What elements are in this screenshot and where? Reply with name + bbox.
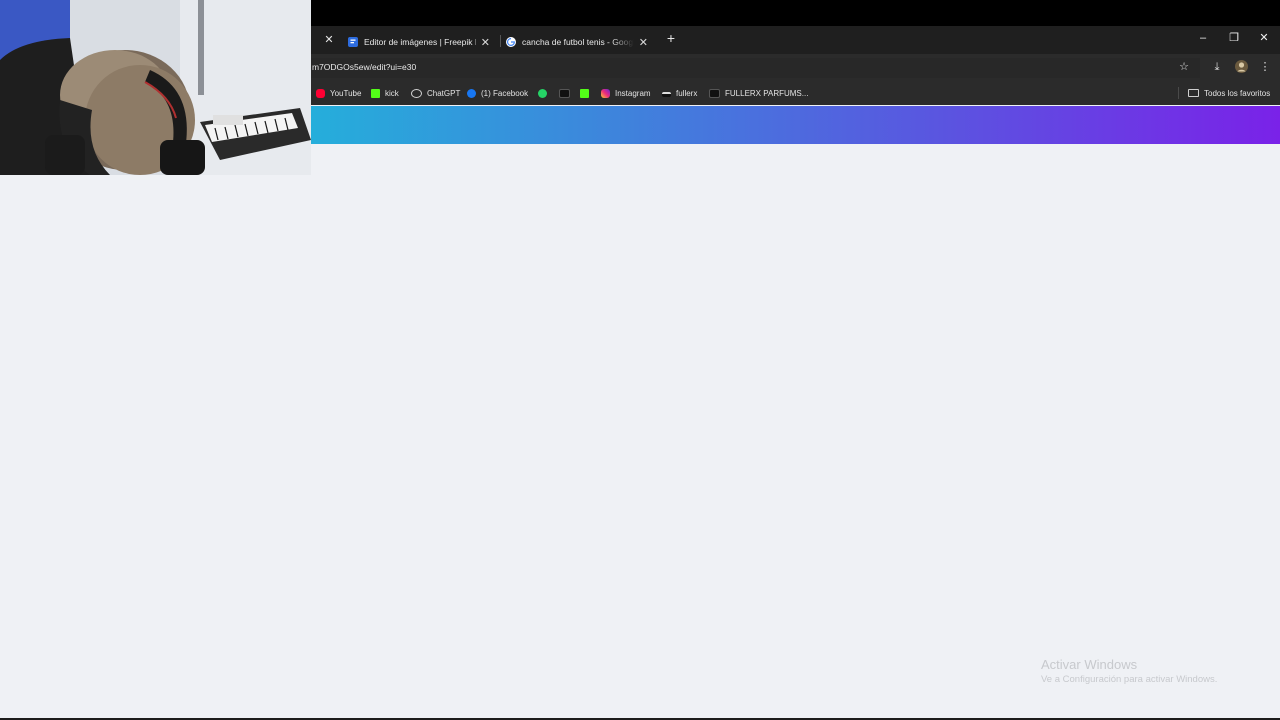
new-tab-button[interactable]: + [664,30,678,46]
bookmark-label: FULLERX PARFUMS... [725,88,809,98]
bookmark-label: ChatGPT [427,88,461,98]
bookmark-kick-2[interactable] [580,87,594,99]
page-header-banner [311,106,1280,144]
folder-icon [1188,89,1199,97]
bookmark-tiktok[interactable] [559,87,575,99]
windows-activation-subtitle: Ve a Configuración para activar Windows. [1041,674,1218,685]
previous-tab-close-icon[interactable]: ✕ [322,33,336,47]
webcam-image [0,0,311,175]
google-icon [506,37,516,47]
bookmark-label: Todos los favoritos [1204,88,1271,98]
address-url[interactable]: m7ODGOs5ew/edit?ui=e30 [312,62,416,72]
bookmark-youtube[interactable]: YouTube [316,87,361,99]
bookmark-label: YouTube [330,88,362,98]
profile-avatar[interactable] [1234,60,1248,74]
bookmark-label: fullerx [676,88,698,98]
windows-activation-title: Activar Windows [1041,657,1138,672]
bookmark-fullerx[interactable]: fullerx [662,87,697,99]
download-icon[interactable]: ⤓ [1210,60,1224,74]
menu-icon[interactable]: ⋮ [1258,60,1272,74]
kick-icon [580,88,589,98]
kick-icon [371,88,380,98]
bookmark-facebook[interactable]: (1) Facebook [467,87,528,99]
tiktok-icon [709,88,720,98]
bookmark-chatgpt[interactable]: ChatGPT [411,87,460,99]
webcam-overlay [0,0,311,175]
tab-separator [500,35,501,47]
freepik-icon [348,37,358,47]
bookmark-kick[interactable]: kick [371,87,399,99]
bookmarks-divider [1178,87,1179,99]
facebook-icon [467,88,476,98]
bookmark-label: kick [385,88,399,98]
bookmark-label: (1) Facebook [481,88,529,98]
bookmark-star-icon[interactable]: ☆ [1177,60,1191,74]
restore-button[interactable]: ❐ [1224,30,1244,46]
youtube-icon [316,88,325,98]
tab-close-icon[interactable]: ✕ [481,36,490,49]
tab-freepik-editor[interactable]: Editor de imágenes | Freepik IA ✕ [348,30,498,54]
all-bookmarks-folder[interactable]: Todos los favoritos [1188,87,1270,99]
tab-close-icon[interactable]: ✕ [639,36,648,49]
instagram-icon [601,88,610,98]
tiktok-icon [559,88,570,98]
address-bar[interactable] [300,58,1200,78]
bookmark-instagram[interactable]: Instagram [601,87,651,99]
bookmark-whatsapp[interactable] [538,87,552,99]
bookmark-fullerx-parfums[interactable]: FULLERX PARFUMS... [709,87,808,99]
tab-title: Editor de imágenes | Freepik IA [364,37,476,47]
minimize-button[interactable]: – [1193,30,1213,46]
tab-google-search[interactable]: cancha de futbol tenis - Google ✕ [506,30,656,54]
page-content-area [0,144,1280,718]
whatsapp-icon [538,88,547,98]
window-close-button[interactable]: ✕ [1254,30,1274,46]
chatgpt-icon [411,88,422,98]
fullerx-icon [662,91,671,97]
bookmark-label: Instagram [615,88,651,98]
tab-title: cancha de futbol tenis - Google [522,37,634,47]
